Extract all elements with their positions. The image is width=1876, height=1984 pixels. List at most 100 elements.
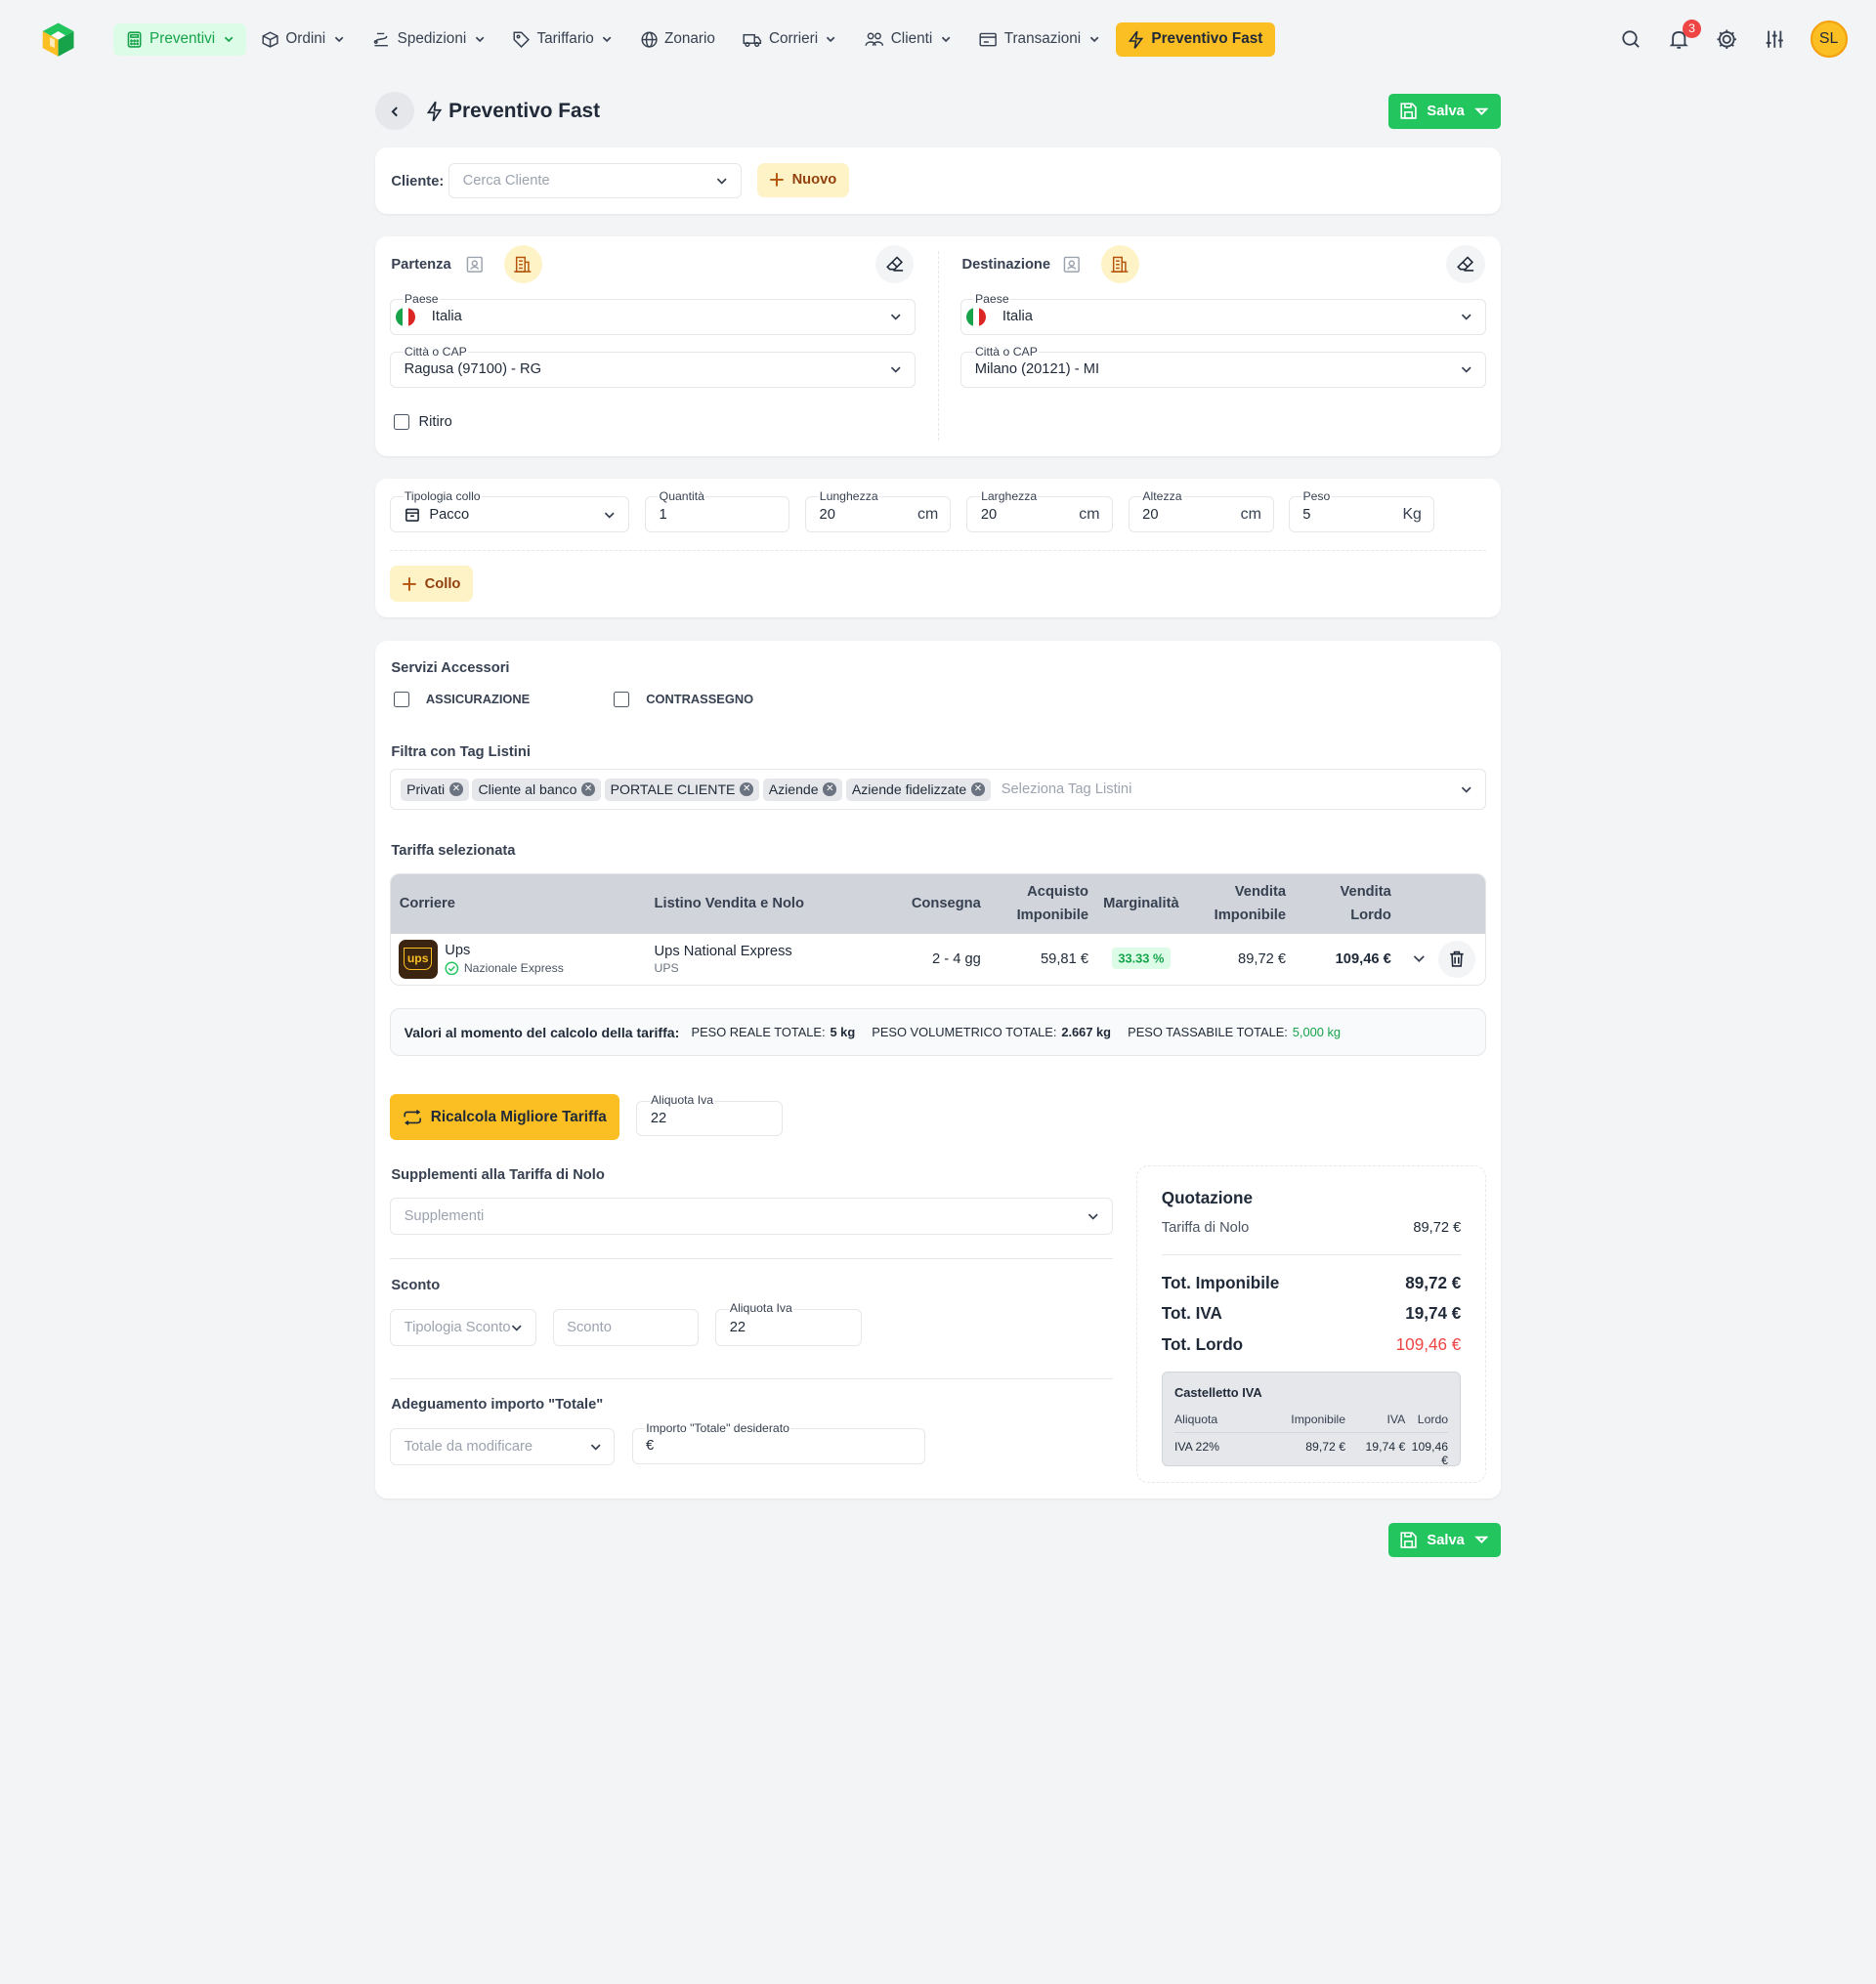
tag-listini-select[interactable]: Privati ✕ Cliente al banco ✕ PORTALE CLIEN… [390,769,1486,810]
user-avatar[interactable]: SL [1810,21,1848,59]
nav-spedizioni[interactable]: Spedizioni [361,23,497,56]
back-button[interactable] [375,92,414,131]
new-cliente-label: Nuovo [791,172,837,189]
sliders-icon[interactable] [1763,27,1786,51]
nav-label: Spedizioni [397,30,467,48]
carrier-name: Ups [445,943,471,959]
save-label: Salva [1427,103,1465,119]
addresses-card: Partenza Italia Paese Ragusa (97100) - R… [375,236,1501,456]
caret-down-icon[interactable] [1473,106,1489,117]
page-title-text: Preventivo Fast [448,99,601,122]
ricalcola-label: Ricalcola Migliore Tariffa [430,1108,607,1125]
col-acquisto: Acquisto Imponibile [980,873,1089,935]
nav-transazioni[interactable]: Transazioni [967,23,1112,56]
notification-badge: 3 [1682,19,1702,39]
chevron-down-icon [603,508,616,521]
bell-icon[interactable]: 3 [1667,19,1702,51]
page-header: Preventivo Fast Salva [375,92,1501,131]
users-icon [865,31,884,48]
eraser-icon[interactable] [1446,245,1485,284]
checkbox[interactable] [393,413,409,430]
add-collo-button[interactable]: Collo [390,566,473,602]
chevron-down-icon [1088,33,1100,45]
cliente-search-select[interactable]: Cerca Cliente [448,162,743,199]
ricalcola-button[interactable]: Ricalcola Migliore Tariffa [390,1094,620,1140]
gear-icon[interactable] [1715,27,1738,51]
partenza-citta-label: Città o CAP [403,344,468,359]
chevron-down-icon [1087,1209,1099,1222]
listino-sub: UPS [654,961,679,976]
save-button-top[interactable]: Salva [1388,94,1501,129]
table-row[interactable]: ups Ups Nazionale Express Ups National E… [391,934,1485,984]
tag-label: Aziende fidelizzate [851,781,967,798]
lightning-icon [426,101,443,122]
search-icon[interactable] [1619,27,1642,51]
eraser-icon[interactable] [875,245,915,284]
adeguamento-title: Adeguamento importo "Totale" [391,1397,604,1414]
partenza-citta-select[interactable]: Ragusa (97100) - RG [390,351,916,388]
nav-preventivo-fast[interactable]: Preventivo Fast [1115,21,1275,58]
save-button-bottom[interactable]: Salva [1388,1522,1501,1558]
tipologia-collo-label: Tipologia collo [403,488,482,503]
nav-preventivi[interactable]: Preventivi [113,22,247,56]
cliente-placeholder: Cerca Cliente [462,172,550,189]
contrassegno-checkbox[interactable]: CONTRASSEGNO [614,691,753,707]
destinazione-citta-select[interactable]: Milano (20121) - MI [960,351,1486,388]
castelletto-col: Imponibile [1291,1412,1346,1426]
new-cliente-button[interactable]: Nuovo [757,162,849,198]
checkbox[interactable] [614,691,630,707]
nav-clienti[interactable]: Clienti [853,23,963,56]
sconto-aliquota-value: 22 [729,1319,746,1335]
tag-chip: Privati ✕ [400,778,469,801]
chevron-down-icon[interactable] [1412,951,1427,966]
remove-tag-icon[interactable]: ✕ [971,782,985,796]
quantita-label: Quantità [658,488,706,503]
plus-icon [402,576,417,592]
trash-icon[interactable] [1438,940,1476,978]
tariffa-title: Tariffa selezionata [391,843,516,860]
tipologia-sconto-placeholder: Tipologia Sconto [404,1319,511,1335]
tipologia-sconto-select[interactable]: Tipologia Sconto [390,1308,536,1346]
building-icon[interactable] [503,245,542,284]
totale-da-modificare-select[interactable]: Totale da modificare [390,1428,616,1465]
nav-corrieri[interactable]: Corrieri [731,23,849,56]
app-logo[interactable] [39,21,77,59]
caret-down-icon[interactable] [1473,1534,1489,1545]
unit-kg: Kg [1402,505,1422,523]
contact-card-icon[interactable] [1062,255,1082,274]
nav-ordini[interactable]: Ordini [250,23,357,56]
acquisto-value: 59,81 € [1041,950,1089,967]
nav-zonario[interactable]: Zonario [628,23,727,56]
partenza-paese-value: Italia [431,309,462,325]
ritiro-checkbox[interactable]: Ritiro [393,413,452,430]
partenza-paese-select[interactable]: Italia [390,299,916,335]
listino-name: Ups National Express [654,943,792,959]
checkbox[interactable] [393,691,409,707]
filtro-title: Filtra con Tag Listini [391,743,531,760]
sconto-input[interactable]: Sconto [552,1308,700,1346]
divider [1161,1254,1462,1256]
remove-tag-icon[interactable]: ✕ [581,782,595,796]
chevron-down-icon [1460,311,1472,323]
assicurazione-checkbox[interactable]: ASSICURAZIONE [393,691,530,707]
contact-card-icon[interactable] [465,255,485,274]
peso-label: Peso [1301,488,1332,503]
nav-label: Corrieri [768,30,819,48]
nav-tariffario[interactable]: Tariffario [501,23,625,56]
ritiro-label: Ritiro [418,413,452,430]
importo-totale-label: Importo "Totale" desiderato [644,1420,791,1435]
totale-placeholder: Totale da modificare [404,1439,533,1456]
destinazione-paese-select[interactable]: Italia [960,299,1486,335]
remove-tag-icon[interactable]: ✕ [740,782,753,796]
castelletto-col: Lordo [1417,1412,1449,1426]
calculator-icon [126,31,143,48]
remove-tag-icon[interactable]: ✕ [823,782,836,796]
col-vendita-lordo-l2: Lordo [1350,908,1391,924]
building-icon[interactable] [1100,245,1139,284]
lightning-icon [1128,30,1144,50]
tag-icon [513,31,530,48]
supplementi-select[interactable]: Supplementi [390,1197,1113,1235]
castelletto-cell: 19,74 € [1365,1440,1406,1455]
peso-reale-label: PESO REALE TOTALE: [691,1025,826,1040]
remove-tag-icon[interactable]: ✕ [449,782,463,796]
